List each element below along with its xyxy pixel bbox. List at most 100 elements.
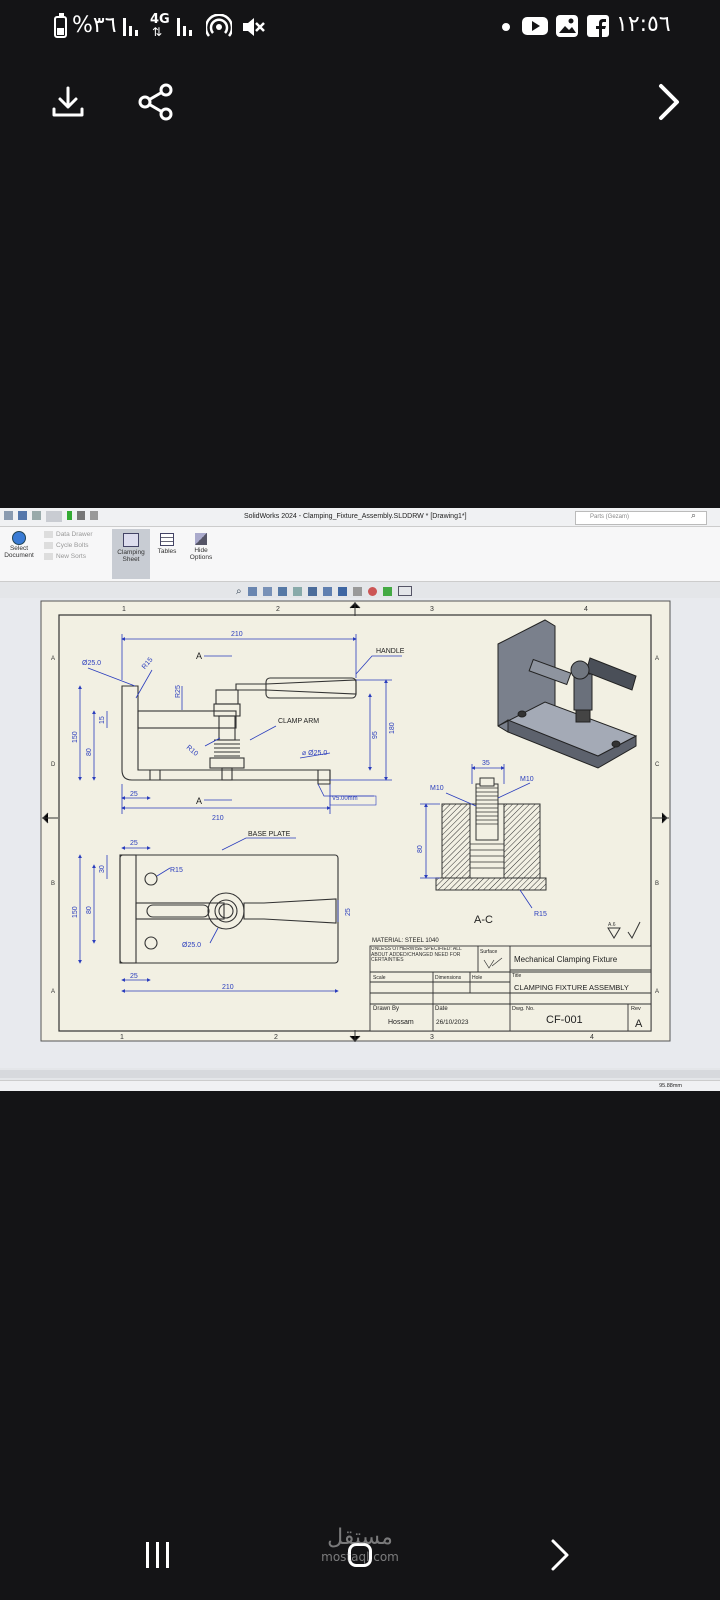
tables-button[interactable]: Tables — [152, 529, 182, 579]
quick-access-toolbar[interactable] — [4, 511, 164, 523]
dim-h150: 150 — [72, 731, 79, 743]
download-button[interactable] — [40, 74, 96, 130]
sw-titlebar: SolidWorks 2024 - Clamping_Fixture_Assem… — [0, 508, 720, 527]
view-toolbar[interactable]: ⌕ — [236, 585, 460, 597]
watermark-latin: mostaql.com — [321, 1550, 399, 1564]
zoom-icon: ⌕ — [236, 585, 242, 597]
dim-top-210: 210 — [231, 631, 243, 638]
svg-text:Dimensions: Dimensions — [435, 975, 462, 981]
sw-search-placeholder: Parts (Gezam) — [590, 514, 630, 520]
sw-hscroll[interactable] — [0, 1070, 720, 1078]
dim-h180: 180 — [389, 722, 396, 734]
back-chevron-icon — [551, 1539, 569, 1571]
dim-h15: 15 — [99, 716, 106, 724]
youtube-icon — [522, 17, 548, 35]
search-icon: ⌕ — [690, 511, 696, 521]
sw-zoom-readout: 95.88mm — [659, 1083, 682, 1089]
dim-d25: Ø25.0 — [82, 660, 101, 667]
dim-h80: 80 — [86, 748, 93, 756]
col-marker: 1 — [120, 1034, 124, 1041]
recents-icon — [146, 1542, 169, 1568]
company-name: Mechanical Clamping Fixture — [514, 955, 618, 964]
dim-m10a: M10 — [430, 785, 444, 792]
label-material: MATERIAL: STEEL 1040 — [372, 938, 439, 944]
watermark-arabic: مستقل — [327, 1525, 393, 1550]
hotspot-icon — [206, 14, 232, 37]
drawing-date: 26/10/2023 — [436, 1019, 469, 1026]
col-marker: 3 — [430, 606, 434, 613]
facebook-icon — [587, 15, 609, 37]
hide-icon — [195, 533, 207, 545]
dim-s35: 35 — [482, 760, 490, 767]
data-drawer-item[interactable]: Data Drawer — [44, 531, 106, 538]
label-section-ac: A-C — [474, 914, 493, 926]
svg-text:Dwg. No.: Dwg. No. — [512, 1006, 535, 1012]
svg-text:A: A — [655, 989, 659, 995]
svg-text:Rev: Rev — [631, 1006, 641, 1012]
dim-s80: 80 — [417, 845, 424, 853]
clamping-sheet-button[interactable]: Clamping Sheet — [112, 529, 150, 579]
recents-button[interactable] — [126, 1525, 190, 1585]
share-button[interactable] — [128, 74, 184, 130]
svg-text:Scale: Scale — [373, 975, 386, 981]
dim-p25b: 25 — [345, 908, 352, 916]
col-marker: 2 — [276, 606, 280, 613]
dim-plan-210: 210 — [222, 984, 234, 991]
dim-p25: 25 — [130, 840, 138, 847]
svg-text:Hole: Hole — [472, 975, 483, 981]
dim-bottom-210: 210 — [212, 815, 224, 822]
hide-options-button[interactable]: Hide Options — [184, 529, 218, 579]
svg-text:B: B — [655, 881, 659, 887]
back-button[interactable] — [530, 1525, 590, 1585]
data-arrows-icon: ⇅ — [152, 25, 163, 39]
table-icon — [160, 533, 174, 546]
dim-p150: 150 — [72, 906, 79, 918]
dim-pr15: R15 — [170, 867, 183, 874]
sw-ribbon: Select Document Data Drawer Cycle Bolts … — [0, 527, 720, 582]
col-marker: 1 — [122, 606, 126, 613]
col-marker: 4 — [590, 1034, 594, 1041]
svg-text:A: A — [51, 656, 55, 662]
next-button[interactable] — [640, 74, 696, 130]
svg-text:B: B — [51, 881, 55, 887]
chevron-right-icon — [659, 84, 679, 120]
dim-pd25: Ø25.0 — [182, 942, 201, 949]
new-sorts-item[interactable]: New Sorts — [44, 553, 106, 561]
label-section-a-bottom: A — [196, 796, 202, 806]
share-icon — [138, 83, 173, 121]
label-clamp-arm: CLAMP ARM — [278, 718, 319, 725]
dim-sr15: R15 — [534, 911, 547, 918]
label-handle: HANDLE — [376, 648, 405, 655]
signal-icon-2 — [177, 18, 192, 36]
ribbon-list: Data Drawer Cycle Bolts New Sorts — [44, 531, 106, 561]
dim-d25-arm: ⌀ Ø25.0 — [302, 750, 327, 757]
globe-icon — [12, 531, 26, 545]
cycle-bolts-item[interactable]: Cycle Bolts — [44, 542, 106, 549]
svg-text:A: A — [655, 656, 659, 662]
dim-w25: 25 — [130, 791, 138, 798]
sw-search-box[interactable]: Parts (Gezam) ⌕ — [575, 511, 707, 525]
drawing-number: CF-001 — [546, 1014, 583, 1026]
dim-h95: 95 — [372, 731, 379, 739]
col-marker: 2 — [274, 1034, 278, 1041]
svg-text:Title: Title — [512, 973, 521, 979]
cad-screenshot[interactable]: SolidWorks 2024 - Clamping_Fixture_Assem… — [0, 508, 720, 1091]
col-marker: 4 — [584, 606, 588, 613]
drawn-by: Hossam — [388, 1019, 414, 1026]
select-document-button[interactable]: Select Document — [0, 531, 38, 575]
drawing-sheet[interactable]: 1 2 3 4 1 2 3 4 A D B A A C B A 210 210 … — [0, 598, 720, 1068]
svg-text:A.6: A.6 — [608, 922, 616, 928]
drawing-title: CLAMPING FIXTURE ASSEMBLY — [514, 983, 629, 992]
battery-icon — [54, 13, 67, 38]
svg-text:A: A — [51, 989, 55, 995]
svg-text:D: D — [51, 762, 56, 768]
signal-icon — [123, 18, 138, 36]
general-note: UNLESS OTHERWISE SPECIFIED: ALL ABOUT AD… — [371, 947, 462, 964]
svg-text:Date: Date — [435, 1006, 448, 1012]
sw-statusbar: 95.88mm — [0, 1080, 720, 1091]
revision: A — [635, 1018, 643, 1030]
dim-p30: 30 — [99, 865, 106, 873]
dim-v95: V5.00mm — [332, 796, 358, 802]
sheet-icon — [123, 533, 139, 547]
status-bar: %٣٦ 4G ⇅ ١٢:٥٦ — [0, 0, 720, 52]
